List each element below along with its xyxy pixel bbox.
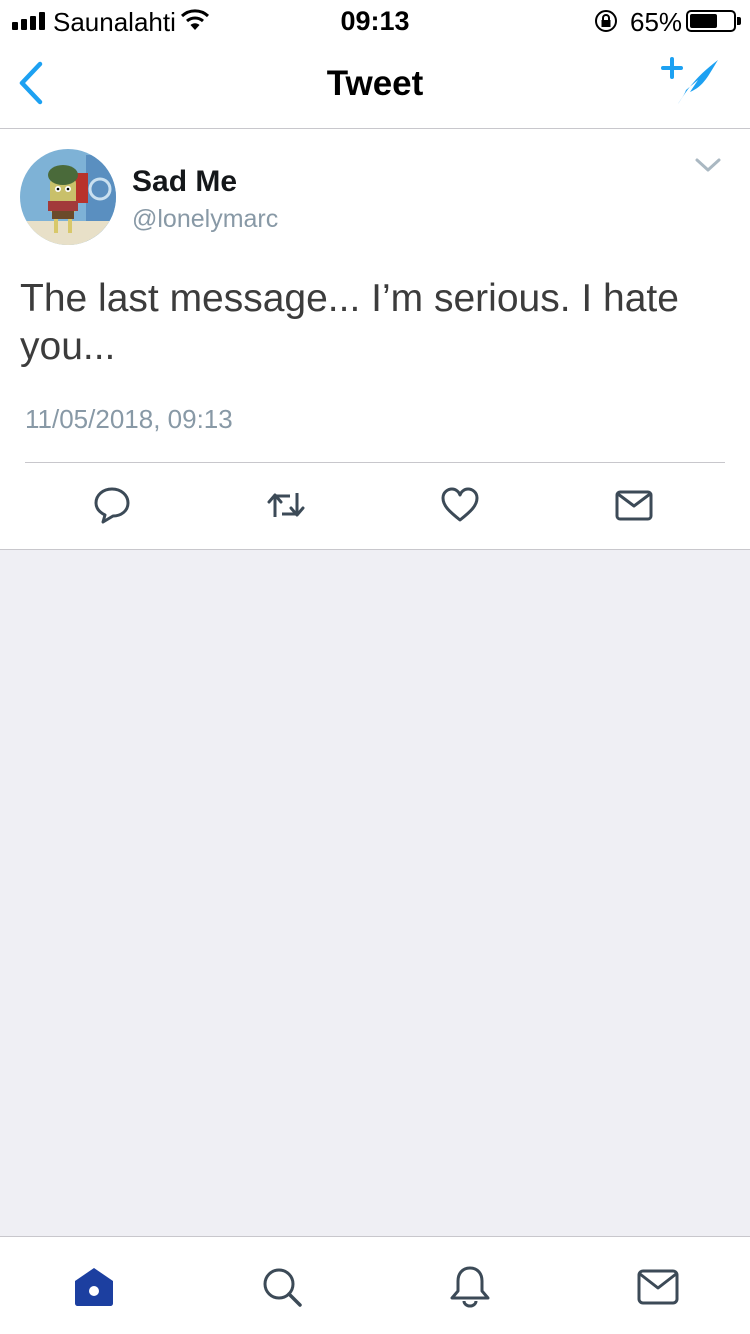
tweet-timestamp: 11/05/2018, 09:13 <box>25 404 233 434</box>
retweet-icon[interactable] <box>266 485 306 525</box>
avatar[interactable] <box>20 149 116 245</box>
status-bar: Saunalahti 09:13 65% <box>0 0 750 40</box>
divider <box>25 462 725 463</box>
direct-message-icon[interactable] <box>614 485 654 525</box>
battery-icon <box>686 10 736 32</box>
messages-icon[interactable] <box>636 1265 680 1309</box>
display-name[interactable]: Sad Me <box>132 165 237 199</box>
tab-bar <box>0 1236 750 1334</box>
tweet-text: The last message... I’m serious. I hate … <box>20 277 679 368</box>
like-icon[interactable] <box>440 485 480 525</box>
chevron-down-icon[interactable] <box>694 155 722 175</box>
user-handle[interactable]: @lonelymarc <box>132 205 278 234</box>
search-icon[interactable] <box>260 1265 304 1309</box>
compose-tweet-icon[interactable] <box>660 56 722 108</box>
battery-nub <box>737 17 741 25</box>
rotation-lock-icon <box>595 10 617 32</box>
battery-percent: 65% <box>630 7 683 37</box>
tweet-detail: Sad Me @lonelymarc The last message... I… <box>0 129 750 550</box>
notifications-icon[interactable] <box>448 1265 492 1309</box>
battery-level <box>690 14 717 28</box>
page-title: Tweet <box>326 64 424 103</box>
home-icon[interactable] <box>72 1265 116 1309</box>
reply-icon[interactable] <box>92 485 132 525</box>
nav-bar: Tweet <box>0 40 750 129</box>
